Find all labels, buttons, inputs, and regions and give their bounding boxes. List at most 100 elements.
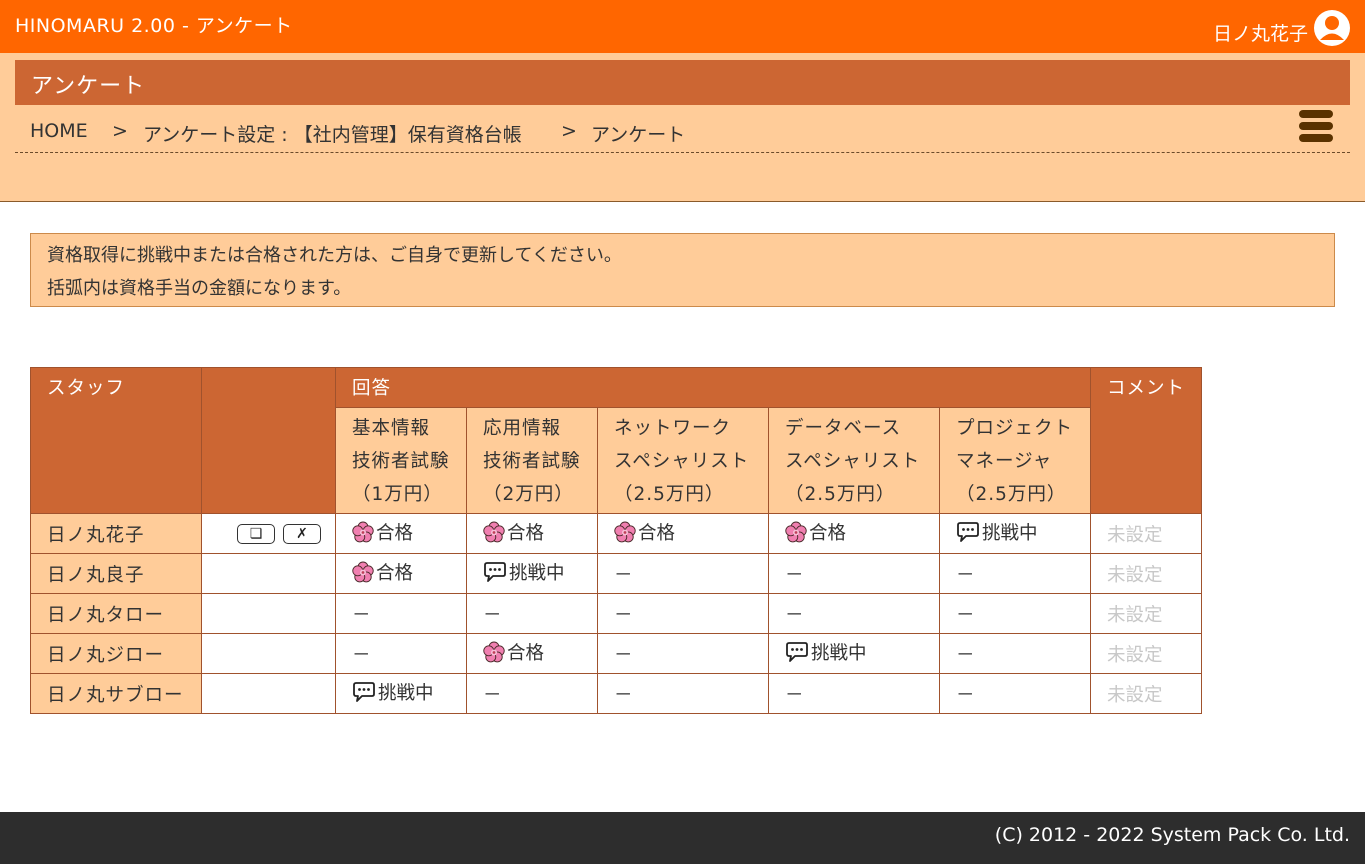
- user-name[interactable]: 日ノ丸花子: [1213, 23, 1308, 47]
- answer-text: 合格: [507, 643, 545, 664]
- header-actions: [201, 367, 336, 514]
- answer-none: －: [785, 561, 804, 587]
- question-header-line: ネットワーク: [614, 418, 732, 439]
- staff-name: 日ノ丸良子: [30, 553, 202, 594]
- answer-none: －: [614, 601, 633, 627]
- cherry-blossom-icon: [785, 521, 807, 543]
- answer-pass: 合格: [483, 639, 544, 665]
- breadcrumb-survey-settings[interactable]: アンケート設定 : 【社内管理】保有資格台帳: [143, 120, 522, 147]
- answer-text: －: [614, 644, 633, 666]
- cherry-blossom-icon: [614, 521, 636, 543]
- answer-cell: －: [939, 633, 1091, 674]
- speech-bubble-icon: [353, 682, 375, 702]
- survey-table: スタッフ 回答 コメント 基本情報 技術者試験 （1万円） 応用情報 技術者試験 （2万円…: [30, 367, 1202, 714]
- question-header: データベース スペシャリスト （2.5万円）: [768, 407, 940, 514]
- question-header-line: （1万円）: [352, 484, 443, 505]
- answer-pass: 合格: [785, 519, 846, 545]
- comment-cell[interactable]: 未設定: [1090, 553, 1202, 594]
- copy-button[interactable]: ❏: [237, 523, 275, 544]
- table-row: 日ノ丸サブロー 挑戦中 － － － － 未設定: [30, 673, 1202, 714]
- answer-cell: －: [597, 593, 769, 634]
- top-bar: HINOMARU 2.00 - アンケート 日ノ丸花子: [0, 0, 1365, 53]
- answer-none: －: [614, 641, 633, 667]
- comment-cell[interactable]: 未設定: [1090, 593, 1202, 634]
- answer-cell: －: [466, 593, 598, 634]
- answer-cell: －: [335, 633, 467, 674]
- answer-pass: 合格: [352, 559, 413, 585]
- notice-line: 資格取得に挑戦中または合格された方は、ご自身で更新してください。: [47, 245, 622, 266]
- answer-none: －: [483, 681, 502, 707]
- row-actions: ❏ ✗: [218, 523, 335, 544]
- question-header-line: 技術者試験: [352, 451, 450, 472]
- comment-cell[interactable]: 未設定: [1090, 633, 1202, 674]
- page-title: アンケート: [31, 74, 146, 99]
- question-header-line: データベース: [785, 418, 902, 439]
- answer-none: －: [956, 681, 975, 707]
- answer-cell: 合格: [597, 513, 769, 554]
- user-menu[interactable]: 日ノ丸花子: [1213, 7, 1351, 47]
- answer-cell: 挑戦中: [335, 673, 467, 714]
- answer-pass: 合格: [352, 519, 413, 545]
- staff-name: 日ノ丸ジロー: [30, 633, 202, 674]
- actions-cell: [201, 673, 336, 714]
- answer-none: －: [956, 561, 975, 587]
- breadcrumb-separator: >: [561, 120, 577, 142]
- answer-text: －: [614, 564, 633, 586]
- answer-cell: 合格: [335, 553, 467, 594]
- answer-cell: 挑戦中: [466, 553, 598, 594]
- answer-text: －: [785, 564, 804, 586]
- question-header-line: プロジェクト: [956, 418, 1074, 439]
- question-header-line: スペシャリスト: [614, 451, 750, 472]
- cherry-blossom-icon: [483, 521, 505, 543]
- answer-text: 挑戦中: [811, 643, 867, 664]
- header-comment: コメント: [1090, 367, 1202, 514]
- question-header-line: （2.5万円）: [614, 484, 725, 505]
- answer-none: －: [614, 561, 633, 587]
- notice-line: 括弧内は資格手当の金額になります。: [47, 278, 352, 299]
- answer-cell: －: [768, 593, 940, 634]
- comment-cell[interactable]: 未設定: [1090, 513, 1202, 554]
- answer-text: －: [352, 644, 371, 666]
- answer-text: －: [956, 604, 975, 626]
- breadcrumb-home[interactable]: HOME: [30, 120, 88, 142]
- answer-cell: 挑戦中: [939, 513, 1091, 554]
- speech-bubble-icon: [957, 522, 979, 542]
- answer-text: 合格: [376, 563, 414, 584]
- user-avatar-icon[interactable]: [1313, 9, 1351, 47]
- answer-challenge: 挑戦中: [352, 679, 434, 705]
- hamburger-menu-icon[interactable]: [1299, 109, 1335, 143]
- answer-none: －: [785, 601, 804, 627]
- answer-text: －: [956, 644, 975, 666]
- cherry-blossom-icon: [352, 521, 374, 543]
- answer-none: －: [956, 641, 975, 667]
- answer-text: －: [785, 684, 804, 706]
- comment-cell[interactable]: 未設定: [1090, 673, 1202, 714]
- cherry-blossom-icon: [352, 561, 374, 583]
- question-header-line: スペシャリスト: [785, 451, 921, 472]
- answer-text: 挑戦中: [509, 563, 565, 584]
- breadcrumb-current: アンケート: [591, 124, 686, 146]
- answer-cell: －: [768, 673, 940, 714]
- header-answer: 回答: [335, 367, 1091, 408]
- answer-text: 合格: [638, 523, 676, 544]
- answer-text: 合格: [376, 523, 414, 544]
- question-header: プロジェクト マネージャ （2.5万円）: [939, 407, 1091, 514]
- speech-bubble-icon: [484, 562, 506, 582]
- answer-none: －: [352, 641, 371, 667]
- delete-button[interactable]: ✗: [283, 523, 321, 544]
- answer-cell: －: [335, 593, 467, 634]
- page-title-bar: アンケート: [15, 60, 1350, 105]
- answer-text: －: [785, 604, 804, 626]
- answer-text: 挑戦中: [982, 523, 1038, 544]
- answer-text: －: [956, 684, 975, 706]
- staff-name: 日ノ丸花子: [30, 513, 202, 554]
- answer-text: －: [483, 684, 502, 706]
- answer-challenge: 挑戦中: [483, 559, 565, 585]
- answer-cell: 挑戦中: [768, 633, 940, 674]
- answer-text: －: [956, 564, 975, 586]
- staff-name: 日ノ丸タロー: [30, 593, 202, 634]
- answer-none: －: [785, 681, 804, 707]
- question-header: ネットワーク スペシャリスト （2.5万円）: [597, 407, 769, 514]
- app-title: HINOMARU 2.00 - アンケート: [15, 15, 293, 37]
- answer-text: －: [614, 684, 633, 706]
